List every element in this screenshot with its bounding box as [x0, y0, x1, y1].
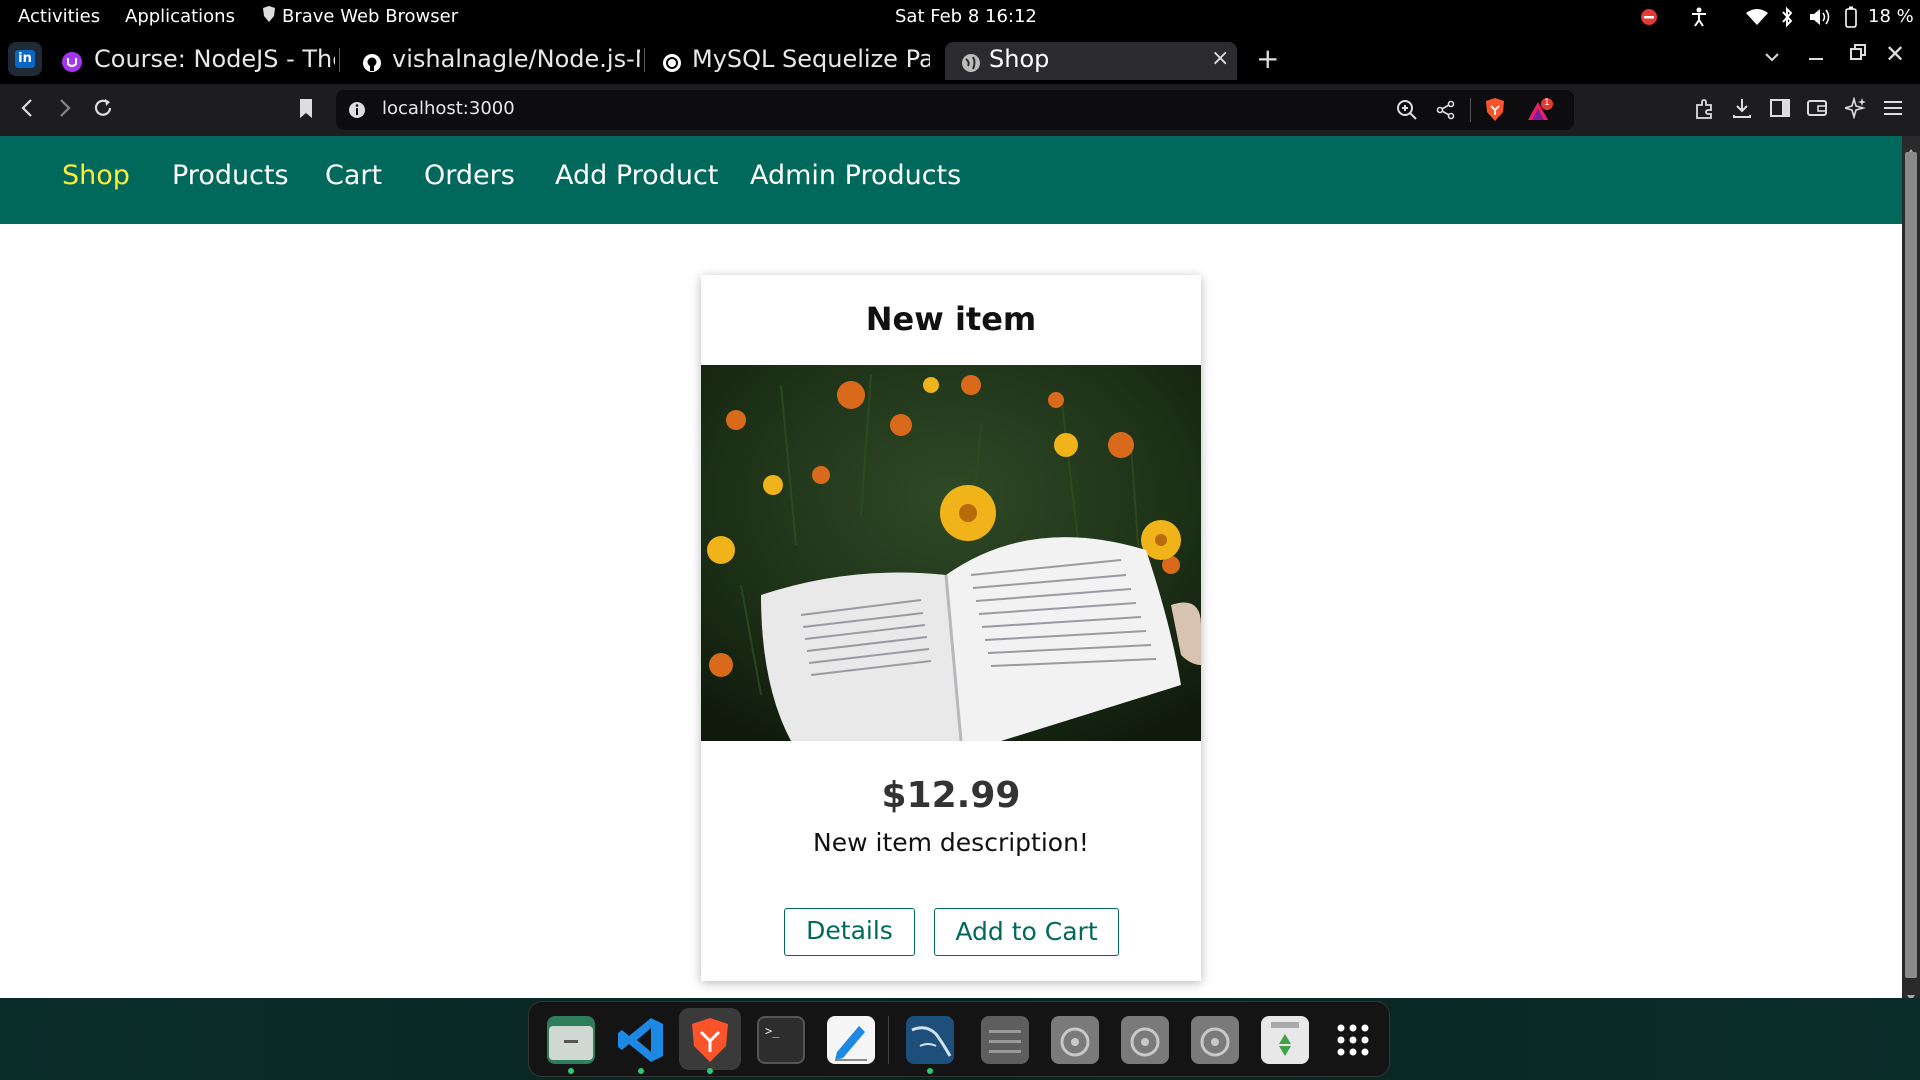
zoom-icon[interactable] — [1396, 99, 1418, 125]
dock: >_ — [528, 1001, 1390, 1077]
close-tab-icon[interactable]: × — [1211, 46, 1229, 71]
restore-icon[interactable] — [1850, 44, 1866, 64]
tab-strip: in Course: NodeJS - The vishalnagle/Node… — [0, 34, 1920, 84]
dock-separator — [888, 1016, 889, 1064]
nav-shop[interactable]: Shop — [62, 160, 130, 191]
scrollbar-thumb[interactable] — [1905, 152, 1917, 978]
system-top-bar: Activities Applications Brave Web Browse… — [0, 0, 1920, 34]
applications-menu[interactable]: Applications — [125, 6, 235, 27]
accessibility-icon[interactable] — [1690, 7, 1708, 32]
activities-button[interactable]: Activities — [18, 6, 100, 27]
nav-admin-products[interactable]: Admin Products — [750, 160, 961, 191]
linkedin-pinned-tab[interactable]: in — [8, 42, 42, 76]
brave-small-icon — [262, 6, 276, 27]
tab-mysql-sequelize[interactable]: MySQL Sequelize Pass — [650, 42, 930, 80]
globe-icon — [961, 51, 981, 79]
wallet-icon[interactable] — [1807, 99, 1827, 121]
show-apps-icon[interactable] — [1329, 1016, 1377, 1064]
details-button[interactable]: Details — [784, 908, 915, 956]
browser-toolbar: localhost:3000 1 — [0, 84, 1920, 136]
vscode-icon[interactable] — [617, 1016, 665, 1064]
product-description: New item description! — [813, 828, 1089, 857]
url-text[interactable]: localhost:3000 — [382, 98, 515, 119]
tab-github-repo[interactable]: vishalnagle/Node.js-M — [350, 42, 640, 80]
product-title: New item — [865, 300, 1037, 338]
leo-ai-icon[interactable] — [1842, 96, 1867, 123]
product-card: New item $12.99 New item description! De… — [701, 275, 1201, 981]
extensions-icon[interactable] — [1694, 98, 1716, 124]
clock[interactable]: Sat Feb 8 16:12 — [895, 6, 1037, 27]
trash-icon[interactable] — [1261, 1016, 1309, 1064]
running-indicator — [568, 1068, 574, 1074]
bookmark-icon[interactable] — [298, 98, 314, 124]
linkedin-icon: in — [15, 50, 35, 68]
share-icon[interactable] — [1436, 100, 1456, 124]
tab-divider — [339, 48, 340, 72]
sidebar-icon[interactable] — [1770, 99, 1790, 121]
brave-rewards-icon[interactable]: 1 — [1526, 98, 1554, 128]
reload-icon[interactable] — [92, 97, 114, 123]
tab-divider — [644, 48, 645, 72]
running-indicator — [638, 1068, 644, 1074]
tab-shop[interactable]: Shop × — [945, 42, 1237, 80]
active-app-label[interactable]: Brave Web Browser — [282, 6, 458, 27]
nav-cart[interactable]: Cart — [325, 160, 382, 191]
openai-icon — [662, 51, 682, 79]
nav-add-product[interactable]: Add Product — [555, 160, 718, 191]
main-nav: Shop Products Cart Orders Add Product Ad… — [0, 136, 1902, 224]
running-indicator — [707, 1068, 713, 1074]
add-to-cart-button[interactable]: Add to Cart — [934, 908, 1119, 956]
nav-products[interactable]: Products — [172, 160, 289, 191]
battery-percent[interactable]: 18 % — [1868, 6, 1914, 27]
github-icon — [362, 51, 382, 79]
brave-shields-icon[interactable] — [1484, 98, 1506, 126]
server-icon[interactable] — [981, 1016, 1029, 1064]
address-bar[interactable]: localhost:3000 1 — [336, 90, 1574, 130]
page-scrollbar[interactable] — [1902, 136, 1920, 1001]
bluetooth-icon[interactable] — [1780, 6, 1794, 33]
download-icon[interactable] — [1732, 97, 1752, 123]
wifi-icon[interactable] — [1746, 8, 1768, 31]
url-divider — [1470, 98, 1471, 122]
notification-count: 1 — [1544, 98, 1550, 108]
back-icon[interactable] — [20, 98, 34, 122]
menu-icon[interactable] — [1883, 100, 1903, 120]
text-editor-icon[interactable] — [827, 1016, 875, 1064]
udemy-icon — [62, 50, 82, 78]
new-tab-icon[interactable]: + — [1256, 42, 1279, 75]
nav-orders[interactable]: Orders — [424, 160, 515, 191]
forward-icon[interactable] — [58, 98, 72, 122]
volume-icon[interactable] — [1808, 8, 1832, 31]
do-not-disturb-icon[interactable] — [1640, 8, 1658, 31]
tab-search-chevron-icon[interactable] — [1764, 48, 1780, 67]
disk-icon[interactable] — [1121, 1016, 1169, 1064]
mysql-workbench-icon[interactable] — [906, 1016, 954, 1064]
close-window-icon[interactable]: ✕ — [1885, 40, 1905, 68]
running-indicator — [927, 1068, 933, 1074]
web-page: Shop Products Cart Orders Add Product Ad… — [0, 136, 1902, 998]
battery-icon[interactable] — [1845, 6, 1857, 33]
minimize-icon[interactable] — [1809, 58, 1823, 60]
tab-course-nodejs[interactable]: Course: NodeJS - The — [50, 42, 335, 80]
disk-icon[interactable] — [1051, 1016, 1099, 1064]
product-price: $12.99 — [881, 775, 1021, 816]
terminal-icon[interactable]: >_ — [757, 1016, 805, 1064]
brave-browser-icon[interactable] — [686, 1016, 734, 1064]
disk-icon[interactable] — [1191, 1016, 1239, 1064]
site-info-icon[interactable] — [348, 101, 366, 123]
files-icon[interactable] — [547, 1016, 595, 1064]
product-image — [701, 365, 1201, 741]
